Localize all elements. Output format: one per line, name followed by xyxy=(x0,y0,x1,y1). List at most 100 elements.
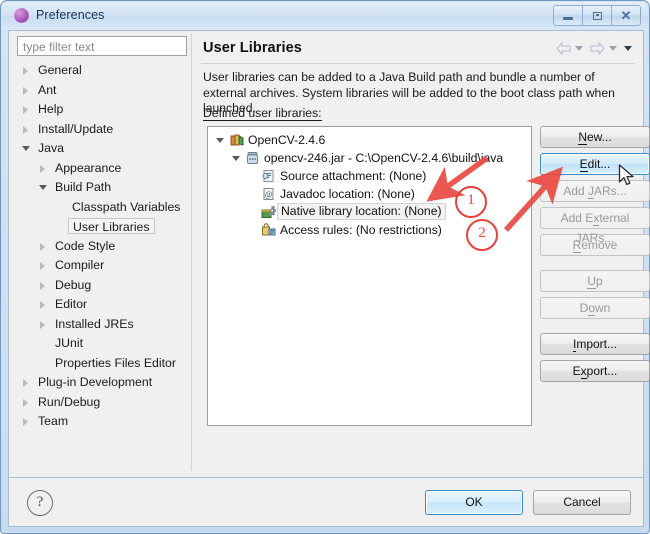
sidebar-item-label: JUnit xyxy=(55,336,84,350)
sidebar-item-java[interactable]: Java xyxy=(17,139,187,159)
import-button[interactable]: Import... xyxy=(540,333,650,355)
chevron-right-icon[interactable] xyxy=(40,301,45,309)
back-arrow-icon[interactable] xyxy=(556,41,571,56)
user-libraries-list[interactable]: OpenCV-2.4.6 opencv-246.jar - C:\OpenCV-2… xyxy=(207,126,532,426)
chevron-down-icon[interactable] xyxy=(39,185,47,190)
preferences-tree[interactable]: General Ant Help Install/Update Java Appearan… xyxy=(17,61,187,471)
back-dropdown-icon[interactable] xyxy=(575,46,583,51)
sidebar-item-help[interactable]: Help xyxy=(17,100,187,120)
button-group-spacer xyxy=(540,261,636,270)
sidebar-item-install-update[interactable]: Install/Update xyxy=(17,120,187,140)
chevron-right-icon[interactable] xyxy=(23,125,28,134)
chevron-right-icon[interactable] xyxy=(40,320,45,329)
new-button[interactable]: New... xyxy=(540,126,650,148)
sidebar-item-run-debug[interactable]: Run/Debug xyxy=(17,393,187,413)
chevron-right-icon[interactable] xyxy=(23,67,28,75)
library-tree-row[interactable]: OpenCV-2.4.6 xyxy=(212,131,531,149)
close-button[interactable]: ✕ xyxy=(611,5,641,26)
minimize-icon xyxy=(563,16,573,20)
library-tree-label: opencv-246.jar - C:\OpenCV-2.4.6\build\j… xyxy=(264,151,504,165)
up-button: Up xyxy=(540,270,650,292)
sidebar-item-junit[interactable]: JUnit xyxy=(17,334,187,354)
library-tree-row[interactable]: Source attachment: (None) xyxy=(212,167,531,185)
sidebar-item-label: User Libraries xyxy=(68,218,155,234)
library-tree-row[interactable]: Access rules: (No restrictions) xyxy=(212,221,531,239)
chevron-right-icon[interactable] xyxy=(23,379,28,387)
forward-dropdown-icon[interactable] xyxy=(609,46,617,51)
maximize-button[interactable] xyxy=(582,5,612,26)
sidebar-item-label: Installed JREs xyxy=(55,316,134,331)
view-menu-icon[interactable] xyxy=(624,46,632,51)
sidebar-item-appearance[interactable]: Appearance xyxy=(17,159,187,179)
sidebar-item-classpath-variables[interactable]: Classpath Variables xyxy=(17,198,187,218)
sidebar-item-label: Appearance xyxy=(55,160,122,175)
title-separator xyxy=(201,63,635,64)
library-tree-label: Native library location: (None) xyxy=(277,203,446,220)
button-label: New... xyxy=(578,130,612,145)
search-input[interactable] xyxy=(17,36,187,56)
actions-column: New... Edit... Add JARs... Add External JAR… xyxy=(540,126,650,387)
library-tree-row[interactable]: opencv-246.jar - C:\OpenCV-2.4.6\build\j… xyxy=(212,149,531,167)
sidebar-item-label: Help xyxy=(38,102,64,116)
user-library-icon xyxy=(229,133,244,147)
panel-divider xyxy=(191,33,192,471)
page-panel: User Libraries User libraries can be add… xyxy=(199,34,650,471)
chevron-right-icon[interactable] xyxy=(40,242,45,251)
chevron-down-icon[interactable] xyxy=(232,156,240,161)
button-label: Edit... xyxy=(579,157,611,172)
library-tree-row[interactable]: Native library location: (None) xyxy=(212,203,531,221)
title-bar: Preferences ✕ xyxy=(2,2,648,30)
sidebar-item-editor[interactable]: Editor xyxy=(17,295,187,315)
sidebar-item-label: Editor xyxy=(55,297,88,311)
chevron-right-icon[interactable] xyxy=(23,398,28,407)
forward-arrow-icon[interactable] xyxy=(590,41,605,56)
button-label: Remove xyxy=(572,238,618,253)
chevron-right-icon[interactable] xyxy=(23,418,28,426)
sidebar-item-label: Debug xyxy=(55,277,92,292)
sidebar-item-label: Plug-in Development xyxy=(38,375,153,389)
sidebar-item-label: Java xyxy=(38,141,64,155)
chevron-right-icon[interactable] xyxy=(23,106,28,114)
add-jars-button: Add JARs... xyxy=(540,180,650,202)
svg-text:@: @ xyxy=(265,190,272,199)
minimize-button[interactable] xyxy=(553,5,583,26)
preferences-dialog: Preferences ✕ General Ant Help Install/Upda… xyxy=(0,0,650,534)
button-label: Down xyxy=(579,301,611,316)
edit-button[interactable]: Edit... xyxy=(540,153,650,175)
sidebar-item-label: Build Path xyxy=(55,180,112,194)
sidebar-item-label: Classpath Variables xyxy=(72,199,181,214)
sidebar-item-plug-in-development[interactable]: Plug-in Development xyxy=(17,373,187,393)
export-button[interactable]: Export... xyxy=(540,360,650,382)
javadoc-icon: @ xyxy=(261,187,276,201)
sidebar-item-compiler[interactable]: Compiler xyxy=(17,256,187,276)
chevron-right-icon[interactable] xyxy=(40,281,45,290)
sidebar-item-label: Compiler xyxy=(55,258,105,272)
down-button: Down xyxy=(540,297,650,319)
sidebar-item-label: Team xyxy=(38,414,69,428)
close-icon: ✕ xyxy=(620,8,632,23)
chevron-down-icon[interactable] xyxy=(22,146,30,151)
access-rules-icon xyxy=(261,223,276,237)
sidebar-item-label: Run/Debug xyxy=(38,394,101,409)
library-tree-row[interactable]: @ Javadoc location: (None) xyxy=(212,185,531,203)
sidebar-item-general[interactable]: General xyxy=(17,61,187,81)
sidebar-item-debug[interactable]: Debug xyxy=(17,276,187,296)
ok-button[interactable]: OK xyxy=(425,490,523,515)
cancel-button[interactable]: Cancel xyxy=(533,490,631,515)
button-label: Import... xyxy=(572,337,618,352)
sidebar-item-installed-jres[interactable]: Installed JREs xyxy=(17,315,187,335)
chevron-right-icon[interactable] xyxy=(40,164,45,173)
jar-icon xyxy=(245,151,260,165)
help-button[interactable]: ? xyxy=(27,490,53,516)
sidebar-item-team[interactable]: Team xyxy=(17,412,187,432)
chevron-right-icon[interactable] xyxy=(40,262,45,270)
button-label: Up xyxy=(587,274,603,289)
sidebar-item-build-path[interactable]: Build Path xyxy=(17,178,187,198)
chevron-right-icon[interactable] xyxy=(23,86,28,95)
page-nav xyxy=(554,41,637,56)
sidebar-item-properties-files-editor[interactable]: Properties Files Editor xyxy=(17,354,187,374)
sidebar-item-ant[interactable]: Ant xyxy=(17,81,187,101)
chevron-down-icon[interactable] xyxy=(216,138,224,143)
sidebar-item-user-libraries[interactable]: User Libraries xyxy=(17,217,187,237)
sidebar-item-code-style[interactable]: Code Style xyxy=(17,237,187,257)
